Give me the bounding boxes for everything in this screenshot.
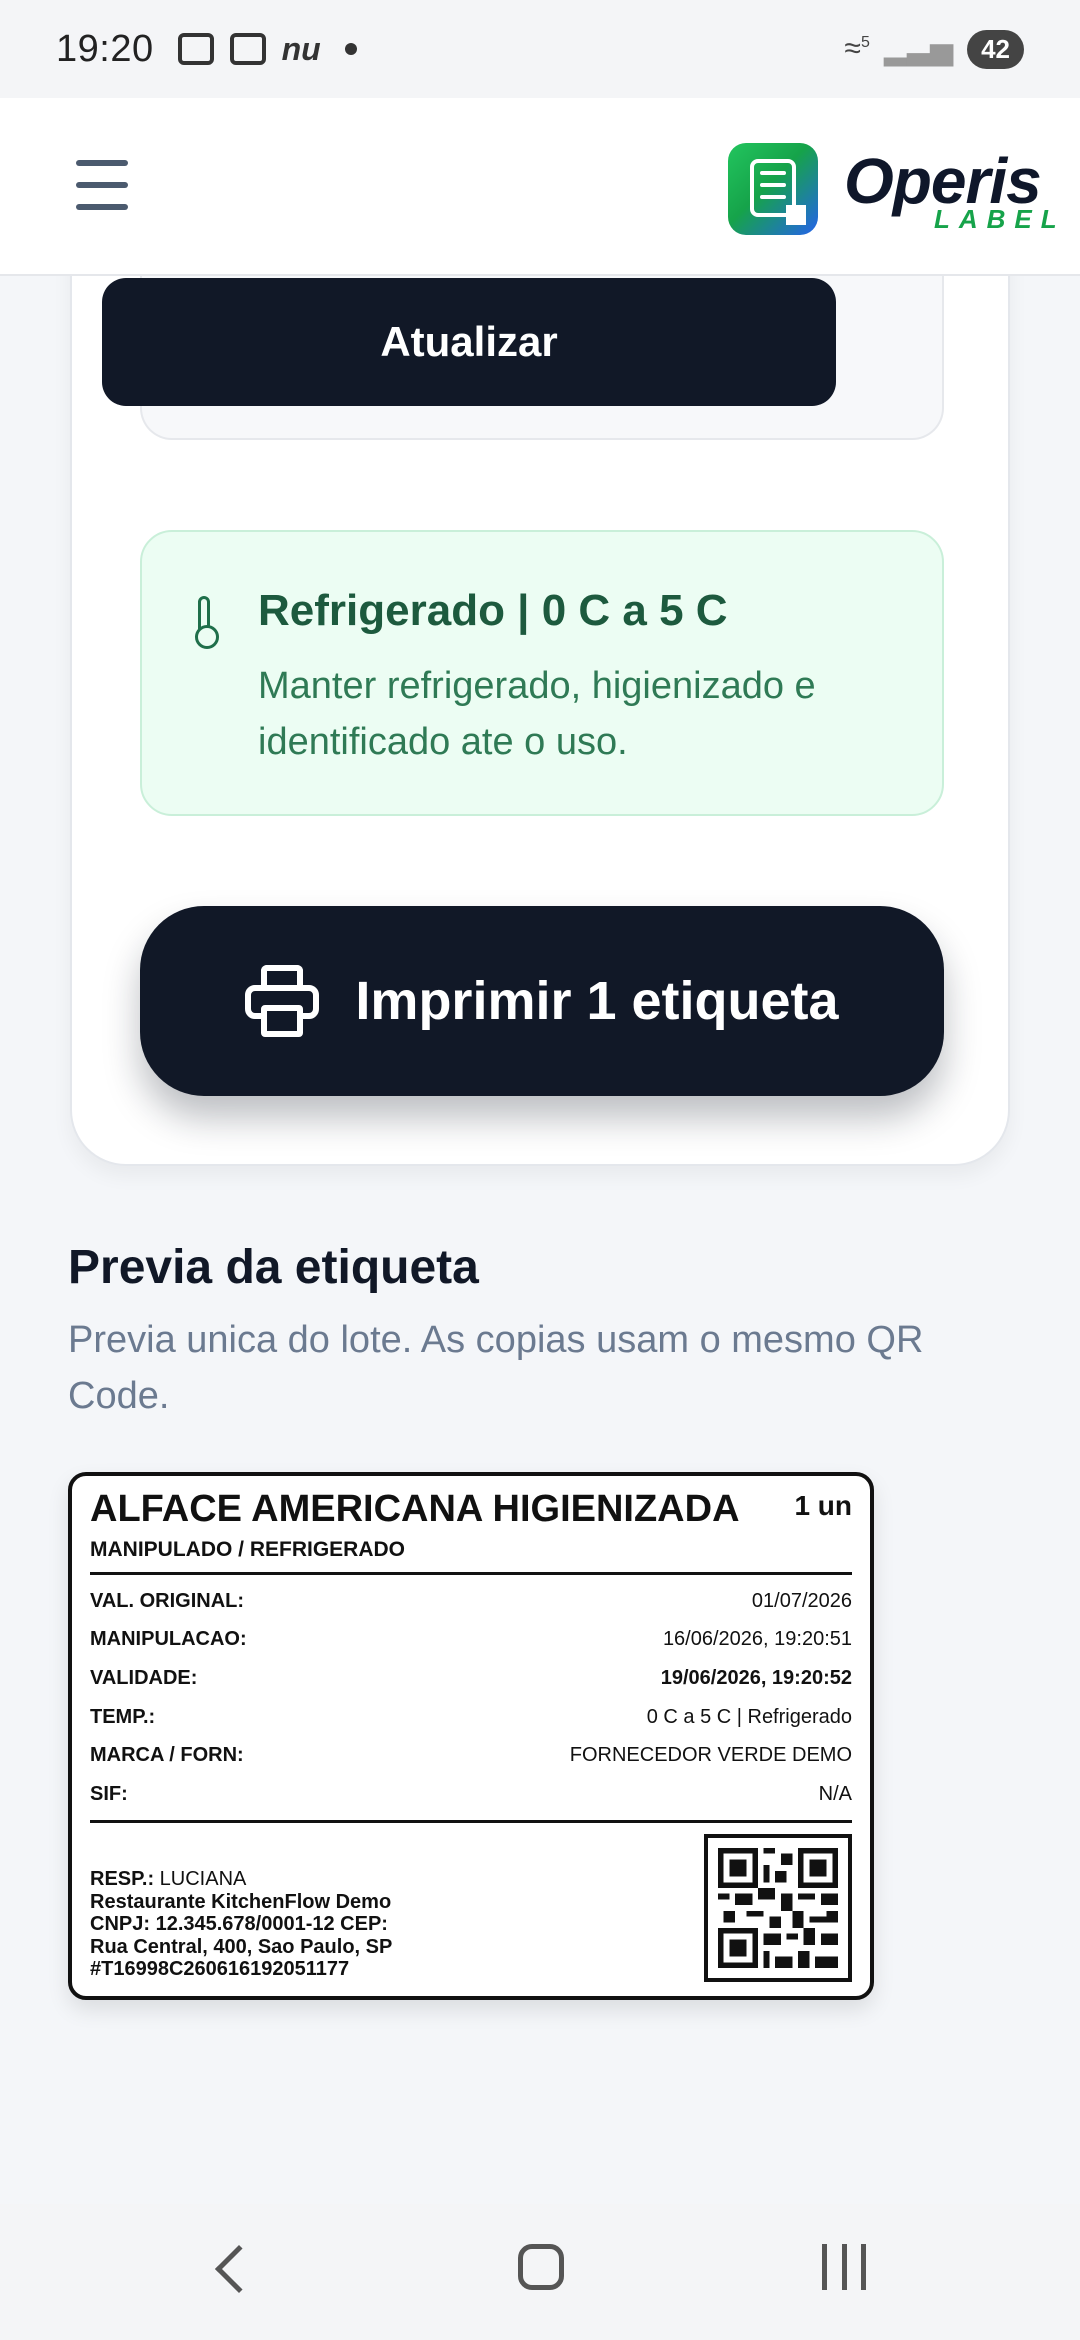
storage-title: Refrigerado | 0 C a 5 C: [258, 586, 728, 635]
label-divider: [90, 1820, 852, 1823]
logo-subtitle: LABEL: [934, 204, 1066, 234]
cnpj-line: CNPJ: 12.345.678/0001-12 CEP:: [90, 1913, 388, 1935]
storage-info-box: Refrigerado | 0 C a 5 C Manter refrigera…: [140, 530, 944, 816]
notification-icons: nu: [177, 30, 357, 68]
qr-code-icon: [704, 1834, 852, 1982]
label-footer: RESP.: LUCIANA Restaurante KitchenFlow D…: [90, 1868, 392, 1981]
print-button-label: Imprimir 1 etiqueta: [355, 971, 839, 1031]
label-row: VAL. ORIGINAL: 01/07/2026: [90, 1582, 852, 1621]
operis-logo-icon: [728, 143, 818, 235]
label-row: TEMP.: 0 C a 5 C | Refrigerado: [90, 1698, 852, 1737]
printer-icon: [245, 965, 320, 1037]
calendar-icon: [229, 33, 266, 65]
back-icon[interactable]: [214, 2244, 264, 2294]
label-preview: ALFACE AMERICANA HIGIENIZADA 1 un MANIPU…: [68, 1472, 874, 2000]
nubank-icon: nu: [281, 30, 321, 67]
restaurant-name: Restaurante KitchenFlow Demo: [90, 1890, 392, 1913]
label-quantity: 1 un: [794, 1490, 852, 1521]
wifi-band-label: 5: [860, 34, 870, 51]
label-divider: [90, 1572, 852, 1575]
label-row-value: 16/06/2026, 19:20:51: [662, 1628, 852, 1651]
resp-label: RESP.:: [90, 1868, 155, 1890]
hamburger-menu-icon[interactable]: [76, 160, 128, 210]
system-icons: ≈5 ▂▃▅ 42: [844, 29, 1024, 69]
label-row-value: FORNECEDOR VERDE DEMO: [569, 1744, 852, 1767]
preview-subtitle: Previa unica do lote. As copias usam o m…: [68, 1319, 924, 1417]
label-row-value: 19/06/2026, 19:20:52: [660, 1666, 852, 1689]
preview-title: Previa da etiqueta: [68, 1241, 479, 1294]
app-header: Operis LABEL: [0, 98, 1080, 276]
label-fields: VAL. ORIGINAL: 01/07/2026 MANIPULACAO: 1…: [90, 1582, 852, 1814]
print-label-button[interactable]: Imprimir 1 etiqueta: [140, 906, 944, 1096]
label-kind: MANIPULADO / REFRIGERADO: [90, 1538, 405, 1561]
system-nav-bar: [0, 2204, 1080, 2340]
address-line: Rua Central, 400, Sao Paulo, SP: [90, 1935, 393, 1958]
label-row-value: 0 C a 5 C | Refrigerado: [646, 1705, 852, 1728]
label-row: MANIPULACAO: 16/06/2026, 19:20:51: [90, 1621, 852, 1660]
thermometer-icon: [195, 596, 219, 649]
screenshot-icon: [177, 33, 214, 65]
signal-icon: ▂▃▅: [883, 32, 954, 66]
label-row-key: VAL. ORIGINAL:: [90, 1589, 245, 1612]
wifi-icon: ≈5: [844, 32, 870, 65]
resp-name: LUCIANA: [159, 1868, 247, 1890]
label-row: SIF: N/A: [90, 1775, 852, 1814]
label-row-key: SIF:: [90, 1782, 128, 1805]
more-notifications-icon: [344, 43, 357, 55]
label-row: VALIDADE: 19/06/2026, 19:20:52: [90, 1659, 852, 1698]
label-row-key: TEMP.:: [90, 1705, 156, 1728]
label-row-value: N/A: [818, 1782, 852, 1805]
recent-apps-icon[interactable]: [822, 2244, 866, 2290]
home-icon[interactable]: [518, 2244, 564, 2290]
label-code: #T16998C260616192051177: [90, 1958, 350, 1980]
storage-description: Manter refrigerado, higienizado e identi…: [258, 665, 816, 763]
label-row: MARCA / FORN: FORNECEDOR VERDE DEMO: [90, 1736, 852, 1775]
update-button[interactable]: Atualizar: [102, 278, 836, 406]
label-row-key: VALIDADE:: [90, 1666, 198, 1689]
label-row-key: MANIPULACAO:: [90, 1628, 247, 1651]
status-bar: 19:20 nu ≈5 ▂▃▅ 42: [0, 0, 1080, 98]
battery-icon: 42: [967, 29, 1024, 69]
label-product-name: ALFACE AMERICANA HIGIENIZADA: [90, 1488, 740, 1530]
status-time: 19:20: [56, 27, 154, 70]
label-row-value: 01/07/2026: [751, 1589, 852, 1612]
label-row-key: MARCA / FORN:: [90, 1744, 244, 1767]
